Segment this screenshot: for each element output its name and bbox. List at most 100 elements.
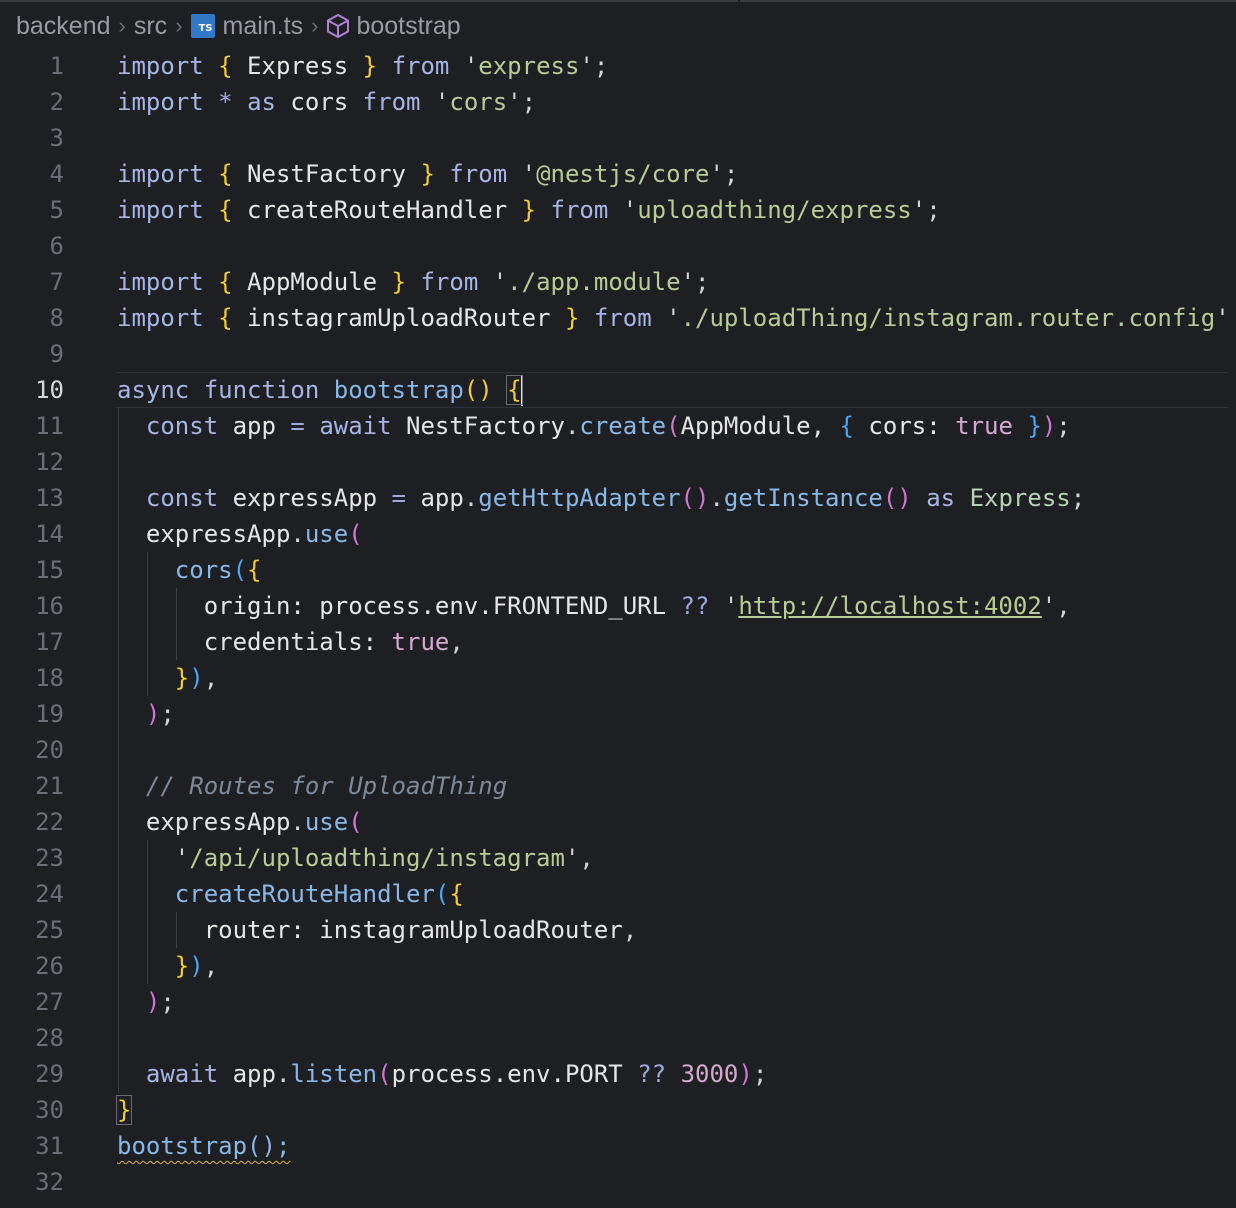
code-token: '; — [579, 52, 609, 80]
code-token: import — [117, 88, 204, 116]
code-editor[interactable]: backend › src › TS main.ts › bootstrap 1… — [0, 0, 1236, 1208]
code-token: . — [709, 484, 724, 512]
code-token: as — [247, 88, 276, 116]
code-text: await app.listen(process.env.PORT ?? 300… — [117, 1056, 767, 1092]
code-token: use — [304, 808, 349, 836]
code-line[interactable]: 8 import { instagramUploadRouter } from '… — [0, 300, 1236, 336]
code-token: ( — [666, 412, 681, 440]
code-line[interactable]: 13 const expressApp = app.getHttpAdapter… — [0, 480, 1236, 516]
code-text: ); — [117, 696, 175, 732]
code-text: const expressApp = app.getHttpAdapter().… — [117, 480, 1085, 516]
code-token: getInstance — [723, 484, 883, 512]
code-line[interactable]: 26 }), — [0, 948, 1236, 984]
code-line[interactable]: 7 import { AppModule } from './app.module… — [0, 264, 1236, 300]
code-token: expressApp — [218, 484, 392, 512]
line-number: 32 — [35, 1168, 64, 1196]
breadcrumb-symbol-label: bootstrap — [356, 11, 461, 40]
code-line[interactable]: 19 ); — [0, 696, 1236, 732]
code-line[interactable]: 4 import { NestFactory } from '@nestjs/co… — [0, 156, 1236, 192]
code-token: ' — [723, 592, 739, 620]
code-token: { — [218, 304, 233, 332]
chevron-right-icon: › — [118, 13, 126, 38]
code-text: }), — [117, 660, 218, 696]
code-line[interactable]: 12 — [0, 444, 1236, 480]
line-number: 4 — [49, 160, 64, 188]
code-token: '; — [709, 160, 739, 188]
code-line[interactable]: 28 — [0, 1020, 1236, 1056]
code-area[interactable]: 1 import { Express } from 'express'; 2 impo… — [0, 48, 1236, 1200]
code-line[interactable]: 5 import { createRouteHandler } from 'upl… — [0, 192, 1236, 228]
code-line[interactable]: 14 expressApp.use( — [0, 516, 1236, 552]
code-line[interactable]: 24 createRouteHandler({ — [0, 876, 1236, 912]
code-token: * — [218, 88, 233, 116]
code-line[interactable]: 20 — [0, 732, 1236, 768]
line-number: 8 — [49, 304, 64, 332]
code-line[interactable]: 1 import { Express } from 'express'; — [0, 48, 1236, 84]
chevron-right-icon: › — [175, 13, 183, 38]
code-text: async function bootstrap() { — [117, 372, 523, 408]
line-number: 24 — [35, 880, 64, 908]
code-token: import — [117, 160, 204, 188]
code-line[interactable]: 31 bootstrap(); — [0, 1128, 1236, 1164]
code-line[interactable]: 10 async function bootstrap() { — [0, 372, 1236, 408]
code-token: import — [117, 268, 204, 296]
code-token: ; — [160, 700, 175, 728]
code-line[interactable]: 29 await app.listen(process.env.PORT ?? … — [0, 1056, 1236, 1092]
breadcrumb-item-symbol[interactable]: bootstrap — [326, 11, 461, 41]
code-token: getHttpAdapter — [478, 484, 681, 512]
code-line[interactable]: 6 — [0, 228, 1236, 264]
code-line[interactable]: 21 // Routes for UploadThing — [0, 768, 1236, 804]
code-text: ); — [117, 984, 175, 1020]
code-text: // Routes for UploadThing — [117, 768, 507, 804]
code-token: app — [406, 484, 464, 512]
code-line[interactable]: 16 origin: process.env.FRONTEND_URL ?? '… — [0, 588, 1236, 624]
code-line[interactable]: 17 credentials: true, — [0, 624, 1236, 660]
code-token: cors — [275, 88, 363, 116]
code-token: import — [117, 196, 204, 224]
code-token: from — [391, 52, 450, 80]
code-line[interactable]: 11 const app = await NestFactory.create(… — [0, 408, 1236, 444]
code-token: expressApp — [145, 808, 291, 836]
code-line[interactable]: 22 expressApp.use( — [0, 804, 1236, 840]
code-text: const app = await NestFactory.create(App… — [117, 408, 1071, 444]
line-number: 31 — [35, 1132, 64, 1160]
code-line[interactable]: 23 '/api/uploadthing/instagram', — [0, 840, 1236, 876]
code-token: 3000 — [680, 1060, 739, 1088]
code-line[interactable]: 15 cors({ — [0, 552, 1236, 588]
code-line[interactable]: 3 — [0, 120, 1236, 156]
code-line[interactable]: 25 router: instagramUploadRouter, — [0, 912, 1236, 948]
code-line[interactable]: 30} — [0, 1092, 1236, 1128]
code-text: import { AppModule } from './app.module'… — [117, 264, 709, 300]
breadcrumb-item-backend[interactable]: backend — [16, 12, 111, 41]
code-line[interactable]: 9 — [0, 336, 1236, 372]
code-token: from — [449, 160, 508, 188]
code-token: ; — [1056, 412, 1071, 440]
code-text: router: instagramUploadRouter, — [117, 912, 637, 948]
line-number: 11 — [35, 412, 64, 440]
breadcrumb-file-label: main.ts — [222, 11, 304, 40]
code-token: ' — [463, 52, 479, 80]
code-line[interactable]: 18 }), — [0, 660, 1236, 696]
line-number: 23 — [35, 844, 64, 872]
code-token: cors — [174, 556, 233, 584]
code-token: use — [304, 520, 349, 548]
code-token: from — [362, 88, 421, 116]
code-text: import { NestFactory } from '@nestjs/cor… — [117, 156, 738, 192]
code-line[interactable]: 32 — [0, 1164, 1236, 1200]
breadcrumb-item-file[interactable]: TS main.ts — [190, 11, 304, 41]
code-token: ', — [1041, 592, 1071, 620]
code-line[interactable]: 27 ); — [0, 984, 1236, 1020]
breadcrumb-item-src[interactable]: src — [134, 12, 167, 41]
code-line[interactable]: 2 import * as cors from 'cors'; — [0, 84, 1236, 120]
code-token: ' — [666, 304, 681, 332]
